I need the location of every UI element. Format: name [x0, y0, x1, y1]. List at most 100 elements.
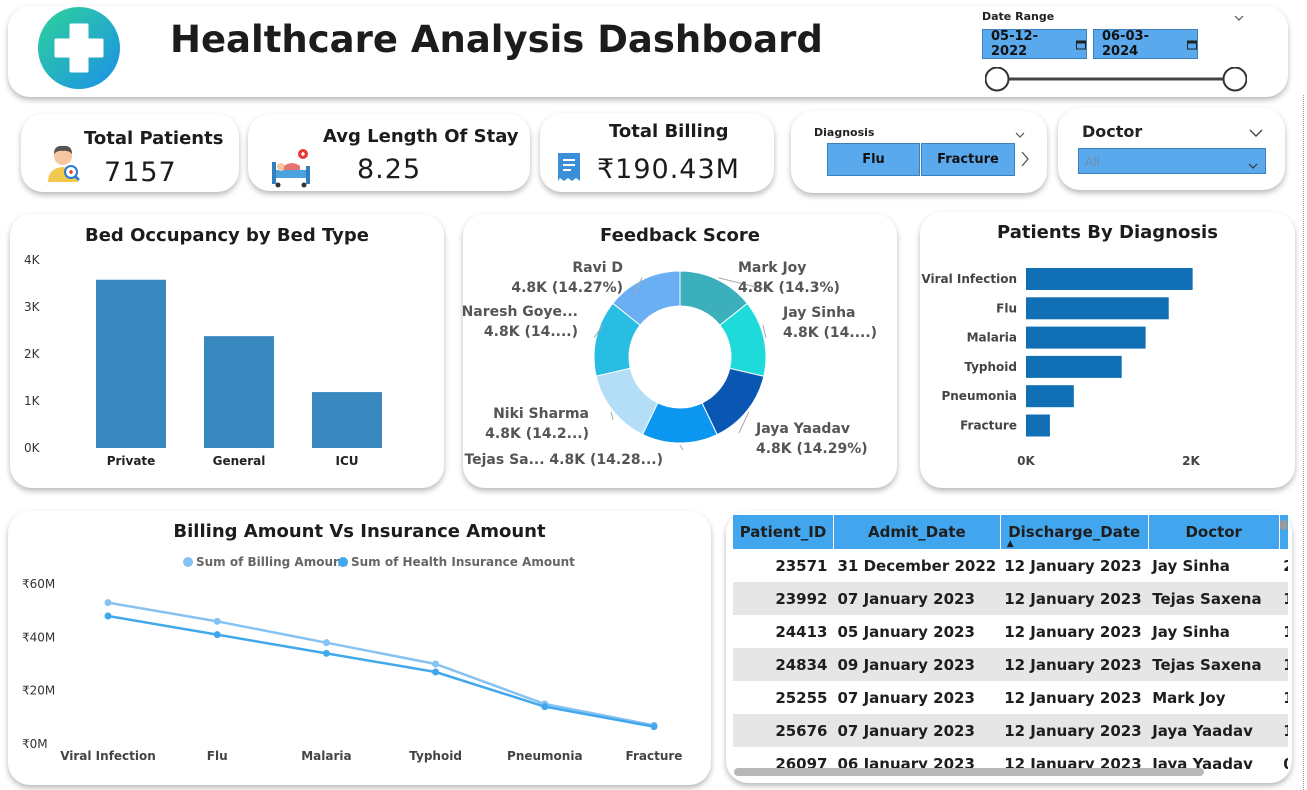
table-cell: 12 January 2023 — [1000, 714, 1149, 747]
bar — [1026, 355, 1122, 378]
data-point — [322, 649, 330, 657]
chevron-down-icon[interactable] — [1014, 125, 1026, 138]
date-range-slider[interactable] — [984, 66, 1248, 93]
bar — [1026, 414, 1050, 437]
y-tick-label: Fracture — [960, 419, 1017, 433]
slice-label: Jay Sinha — [782, 305, 856, 321]
slider-handle-start — [984, 66, 1010, 92]
column-header[interactable]: Admit_Date — [833, 515, 1001, 549]
horizontal-scrollbar[interactable] — [734, 768, 1204, 776]
date-end-input[interactable]: 06-03-2024 — [1093, 29, 1198, 59]
doctor-filter-label: Doctor — [1082, 122, 1143, 141]
table-cell: 20 Ja — [1279, 549, 1288, 582]
y-tick-label: Viral Infection — [921, 272, 1017, 286]
y-tick-label: ₹0M — [22, 737, 48, 751]
y-tick-label: 3K — [24, 300, 41, 314]
chevron-down-icon[interactable] — [1247, 156, 1259, 175]
table-row[interactable]: 23992 07 January 2023 12 January 2023 Tejas… — [733, 582, 1288, 615]
x-tick-label: 0K — [1017, 454, 1035, 468]
chevron-right-icon[interactable] — [1019, 150, 1031, 168]
bar — [312, 392, 382, 448]
table-cell: Tejas Saxena — [1148, 582, 1280, 615]
sort-ascending-icon[interactable]: ▲ — [1007, 539, 1014, 549]
bar — [204, 336, 274, 448]
x-tick-label: Fracture — [626, 749, 683, 763]
doctor-select-value: All — [1085, 155, 1100, 169]
table-cell: 25676 — [733, 714, 834, 747]
table-cell: 23992 — [733, 582, 834, 615]
x-tick-label: Malaria — [301, 749, 351, 763]
legend-marker — [183, 557, 193, 567]
bed-occupancy-chart: 0K 1K 2K 3K 4K Private General ICU — [24, 253, 382, 468]
diagnosis-option-flu[interactable]: Flu — [827, 143, 920, 176]
table-row[interactable]: 24834 09 January 2023 12 January 2023 Tejas… — [733, 648, 1288, 681]
table-cell: 12 January 2023 — [1004, 622, 1142, 641]
y-tick-label: ₹60M — [22, 577, 55, 591]
diagnosis-option-fracture[interactable]: Fracture — [921, 143, 1015, 176]
table-cell: 24834 — [733, 648, 834, 681]
column-header[interactable]: Patient_ID — [733, 515, 834, 549]
legend-label: Sum of Billing Amount — [196, 555, 348, 569]
table-cell: 12 January 2023 — [1004, 688, 1142, 707]
table-cell: 09 January 2023 — [833, 648, 1001, 681]
data-point — [432, 660, 440, 668]
table-cell: 07 January 2023 — [833, 582, 1001, 615]
y-tick-label: 1K — [24, 394, 41, 408]
calendar-icon[interactable] — [1187, 35, 1197, 54]
table-cell: 19 Ja — [1279, 648, 1288, 681]
slice-label: Tejas Sa... 4.8K (14.28...) — [464, 452, 663, 468]
bar — [1026, 385, 1074, 408]
y-tick-label: Flu — [996, 301, 1017, 315]
hospital-bed-icon — [270, 148, 312, 188]
invoice-icon — [556, 151, 582, 183]
doctor-select[interactable]: All — [1078, 148, 1266, 174]
y-tick-label: 4K — [24, 253, 41, 267]
vertical-scrollbar[interactable] — [1280, 520, 1287, 530]
chevron-down-icon[interactable] — [1248, 124, 1264, 137]
table-cell: 16 Ja — [1279, 582, 1288, 615]
table-cell: 12 January 2023 — [1004, 556, 1142, 575]
y-tick-label: 2K — [24, 347, 41, 361]
chevron-down-icon[interactable] — [1233, 8, 1245, 21]
chart-title: Bed Occupancy by Bed Type — [85, 225, 369, 246]
slice-value-label: 4.8K (14.27%) — [511, 280, 623, 296]
table-header: Patient_ID Admit_Date Discharge_Date ▲ Docto… — [733, 515, 1288, 549]
table-row[interactable]: 24413 05 January 2023 12 January 2023 Jay S… — [733, 615, 1288, 648]
x-tick-label: Flu — [207, 749, 228, 763]
table-cell: 07 January 2023 — [837, 688, 975, 707]
x-tick-label: ICU — [335, 454, 358, 468]
y-tick-label: ₹20M — [22, 684, 55, 698]
calendar-icon[interactable] — [1076, 35, 1086, 54]
table-cell: Tejas Saxena — [1148, 648, 1280, 681]
slice-label: Jaya Yaadav — [755, 421, 850, 437]
table-cell: 07 January 2023 — [833, 714, 1001, 747]
medical-cross-icon — [38, 7, 120, 89]
slice-label: Niki Sharma — [493, 406, 589, 422]
column-header[interactable]: Doctor — [1148, 515, 1280, 549]
bar — [1026, 268, 1193, 290]
table-row[interactable]: 23571 31 December 2022 12 January 2023 Jay … — [733, 549, 1288, 582]
data-point — [104, 612, 112, 620]
y-tick-label: Pneumonia — [941, 389, 1017, 403]
table-cell: 06 F — [1279, 747, 1288, 775]
feedback-score-chart: Mark Joy 4.8K (14.3%) Jay Sinha 4.8K (14...… — [463, 260, 877, 468]
y-tick-label: ₹40M — [22, 630, 55, 644]
patients-table[interactable]: Patient_ID Admit_Date Discharge_Date ▲ Docto… — [733, 515, 1288, 775]
table-row[interactable]: 25255 07 January 2023 12 January 2023 Mark … — [733, 681, 1288, 714]
leader-line — [679, 444, 684, 451]
kpi-value: 7157 — [104, 157, 177, 188]
table-cell: 23571 — [775, 556, 828, 575]
page-title: Healthcare Analysis Dashboard — [170, 18, 823, 61]
table-row[interactable]: 25676 07 January 2023 12 January 2023 Jaya … — [733, 714, 1288, 747]
kpi-value: ₹190.43M — [597, 154, 740, 185]
data-point — [432, 668, 440, 676]
data-point — [322, 639, 330, 647]
x-tick-label: Private — [107, 454, 156, 468]
data-point — [213, 617, 221, 625]
leader-line — [610, 411, 614, 421]
table-cell: 19 Ja — [1279, 714, 1288, 747]
column-header[interactable]: Discharge_Date ▲ — [1000, 515, 1149, 549]
chart-title: Billing Amount Vs Insurance Amount — [173, 521, 546, 542]
table-cell: 05 January 2023 — [837, 622, 975, 641]
date-start-input[interactable]: 05-12-2022 — [982, 29, 1087, 59]
